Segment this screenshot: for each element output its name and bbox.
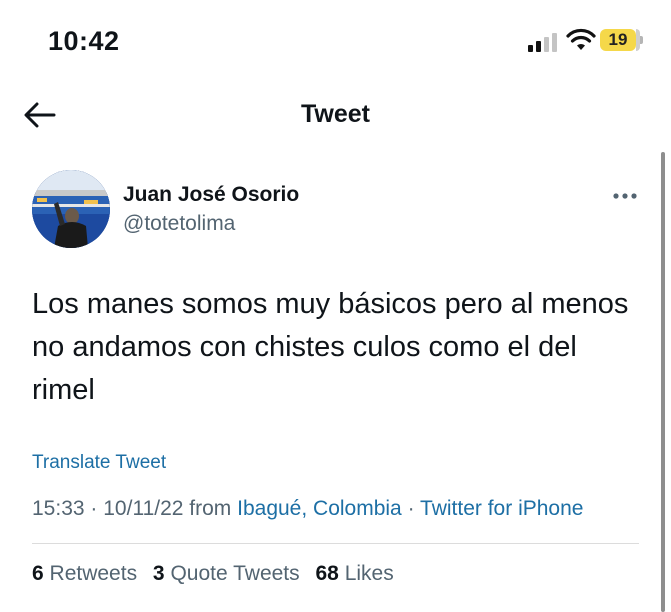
nav-header: Tweet — [0, 90, 671, 140]
tweet-stats: 6 Retweets 3 Quote Tweets 68 Likes — [32, 562, 404, 586]
more-options-icon[interactable] — [610, 186, 640, 206]
retweets-stat[interactable]: 6 Retweets — [32, 562, 137, 585]
author-handle[interactable]: @totetolima — [123, 212, 235, 236]
battery-tip — [640, 36, 643, 44]
retweets-count: 6 — [32, 562, 44, 585]
avatar-photo — [32, 170, 110, 248]
quote-tweets-stat[interactable]: 3 Quote Tweets — [153, 562, 300, 585]
scrollbar[interactable] — [661, 152, 665, 612]
tweet-source-link[interactable]: Twitter for iPhone — [420, 497, 583, 520]
battery-level: 19 — [600, 29, 640, 51]
status-time: 10:42 — [48, 26, 120, 56]
tweet-text: Los manes somos muy básicos pero al meno… — [32, 288, 629, 406]
wifi-icon — [566, 28, 596, 50]
page-title: Tweet — [301, 100, 370, 128]
retweets-label: Retweets — [49, 562, 138, 585]
meta-separator: · — [407, 497, 415, 520]
author-name[interactable]: Juan José Osorio — [123, 183, 299, 207]
quotes-label: Quote Tweets — [170, 562, 300, 585]
likes-label: Likes — [344, 562, 394, 585]
divider — [32, 543, 639, 544]
tweet-time: 15:33 — [32, 497, 85, 520]
tweet-metadata: 15:33 · 10/11/22 from Ibagué, Colombia ·… — [32, 497, 583, 521]
avatar[interactable] — [32, 170, 110, 248]
tweet-location-link[interactable]: Ibagué, Colombia — [237, 497, 402, 520]
from-label: from — [189, 497, 232, 520]
tweet-date: 10/11/22 — [103, 497, 184, 520]
status-bar: 10:42 19 — [0, 0, 671, 80]
cellular-signal-icon — [528, 33, 557, 52]
likes-stat[interactable]: 68 Likes — [316, 562, 394, 585]
likes-count: 68 — [315, 562, 339, 585]
translate-tweet-link[interactable]: Translate Tweet — [32, 452, 166, 474]
quotes-count: 3 — [152, 562, 165, 585]
battery-icon: 19 — [600, 29, 643, 51]
meta-separator: · — [90, 497, 98, 520]
